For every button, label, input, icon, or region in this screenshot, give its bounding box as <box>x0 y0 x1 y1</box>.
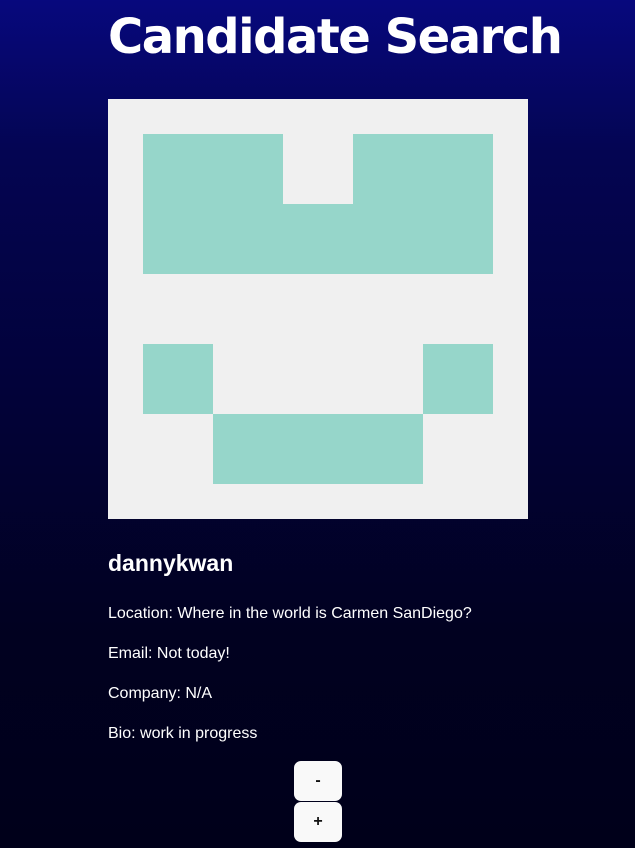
candidate-email: Email: Not today! <box>108 645 230 662</box>
candidate-bio: Bio: work in progress <box>108 725 258 742</box>
candidate-username: dannykwan <box>108 550 234 576</box>
save-candidate-button[interactable]: + <box>294 802 342 842</box>
candidate-company: Company: N/A <box>108 685 213 702</box>
candidate-avatar <box>108 99 528 519</box>
page-title: Candidate Search <box>108 9 563 65</box>
candidate-location: Location: Where in the world is Carmen S… <box>108 605 472 622</box>
reject-candidate-button[interactable]: - <box>294 761 342 801</box>
